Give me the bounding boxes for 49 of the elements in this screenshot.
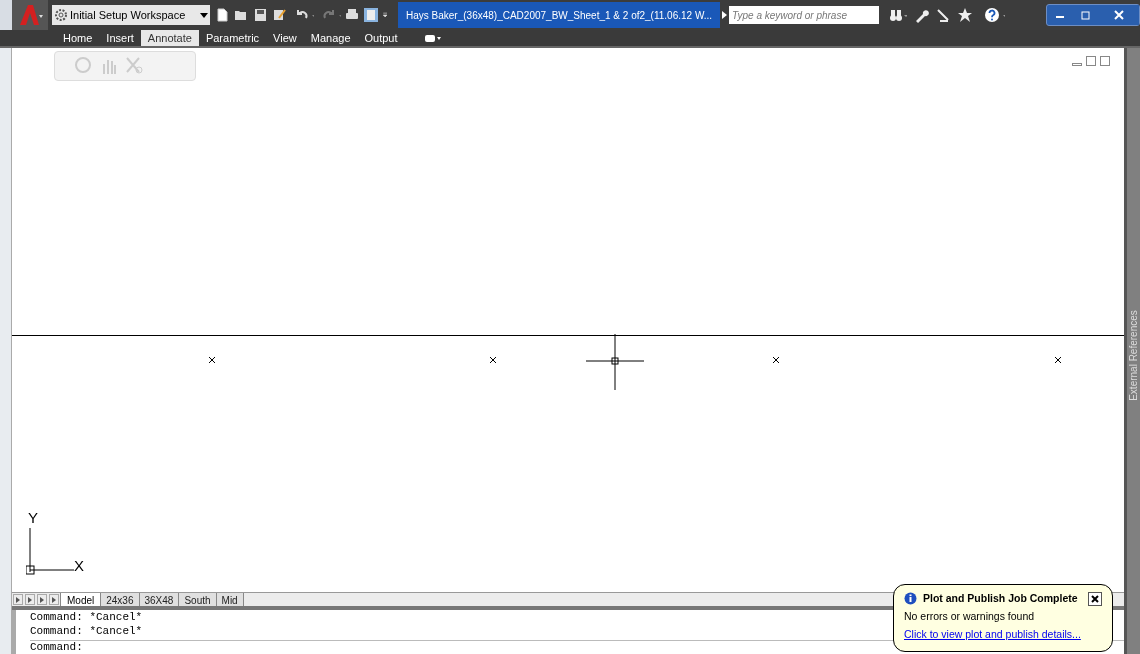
window-edge [0, 0, 12, 30]
point-marker-icon [1054, 356, 1062, 364]
command-prompt[interactable]: Command: [30, 641, 83, 654]
notification-close-button[interactable] [1088, 591, 1102, 606]
palette-title: External References [1126, 309, 1140, 403]
command-history-line: Command: *Cancel* [30, 624, 143, 638]
layout-tab[interactable]: Model [60, 593, 102, 606]
save-icon[interactable] [252, 7, 268, 23]
point-marker-icon [772, 356, 780, 364]
crosshair-cursor [586, 334, 644, 390]
edit-icon[interactable] [271, 7, 287, 23]
restore-icon [1081, 10, 1091, 20]
ribbon-tab[interactable]: Output [357, 30, 405, 46]
panel-dropdown-icon[interactable] [424, 34, 443, 43]
layout-last-icon[interactable] [49, 594, 59, 605]
ucs-x-label: X [74, 558, 84, 573]
gear-icon [54, 8, 68, 22]
layout-tab[interactable]: 36X48 [139, 593, 180, 606]
workspace-dropdown[interactable]: Initial Setup Workspace [52, 5, 210, 25]
layout-tab[interactable]: 24x36 [101, 593, 140, 606]
notification-message: No errors or warnings found [904, 608, 1036, 624]
ucs-axes-icon [26, 526, 76, 576]
viewport-restore-icon[interactable] [1086, 56, 1096, 66]
new-file-icon[interactable] [214, 7, 230, 23]
viewport-close-icon[interactable] [1100, 56, 1110, 66]
layout-previous-icon[interactable] [25, 594, 35, 605]
layout-next-icon[interactable] [37, 594, 47, 605]
notification-title: Plot and Publish Job Complete [923, 591, 1078, 606]
command-history-line: Command: *Cancel* [30, 610, 143, 624]
layout-tab[interactable]: Mid [216, 593, 244, 606]
plot-icon[interactable] [363, 7, 379, 23]
info-icon [904, 592, 917, 606]
ribbon-tab[interactable]: Manage [303, 30, 358, 46]
ribbon-tab[interactable]: Insert [99, 30, 141, 46]
ribbon-tab[interactable]: View [266, 30, 304, 46]
layout-first-icon[interactable] [13, 594, 23, 605]
ribbon-tab[interactable]: Home [56, 30, 100, 46]
close-icon [1114, 10, 1124, 20]
point-marker-icon [208, 356, 216, 364]
layout-tab[interactable]: South [179, 593, 217, 606]
search-field[interactable]: Type a keyword or phrase [729, 6, 880, 24]
notification-link[interactable]: Click to view plot and publish details... [904, 626, 1081, 643]
caret-icon [200, 12, 208, 18]
star-icon[interactable] [957, 7, 974, 23]
ribbon-tab[interactable]: Parametric [198, 30, 267, 46]
ribbon-tab[interactable]: Annotate [140, 30, 199, 46]
ucs-y-label: Y [28, 510, 38, 525]
window-title: Hays Baker_(36x48)_CAD2007_BW_Sheet_1 & 2 of2_(11.06.12 W... [398, 2, 721, 28]
point-marker-icon [489, 356, 497, 364]
